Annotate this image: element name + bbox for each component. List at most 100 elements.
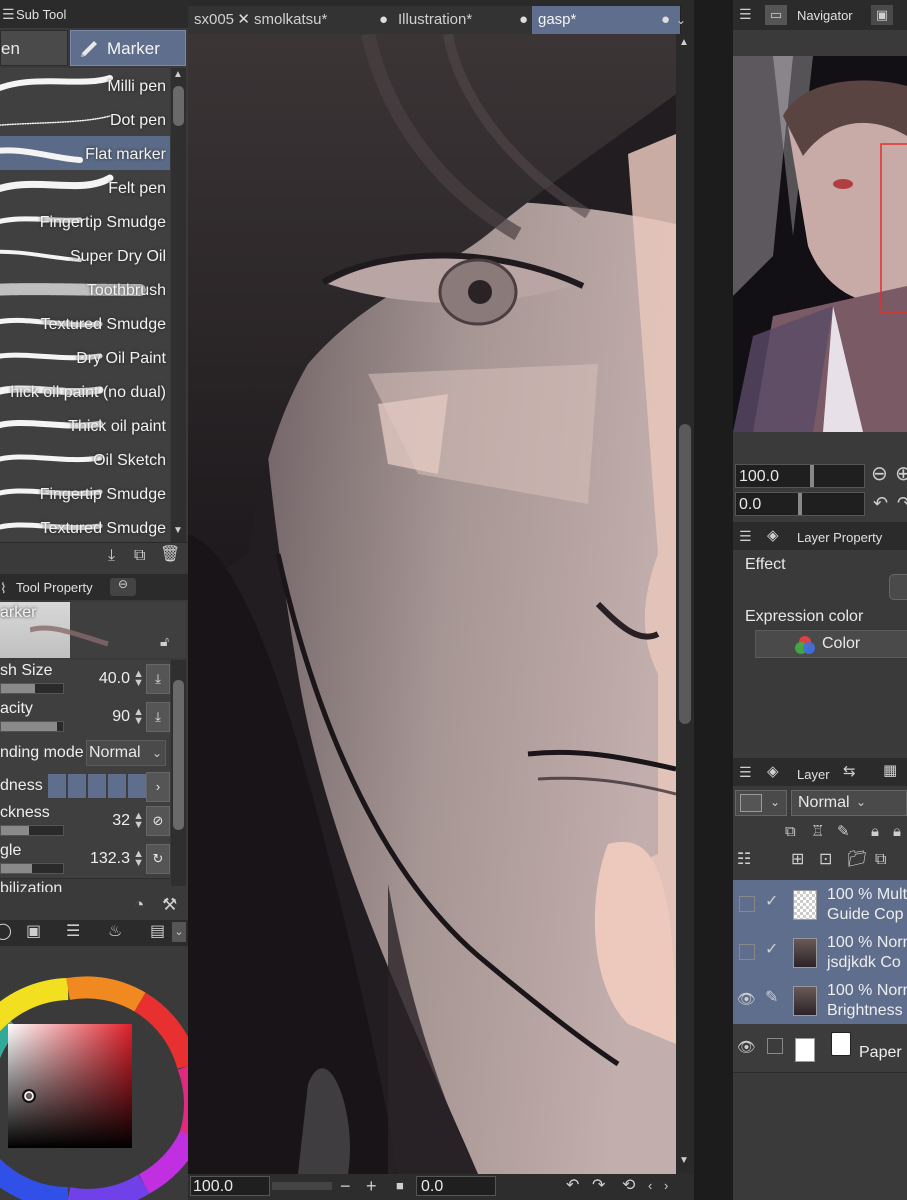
scroll-right-icon[interactable]: › [664, 1179, 668, 1192]
reset-rotation-icon[interactable]: ⟲ [622, 1178, 635, 1194]
rotate-right-icon[interactable]: ↷ [592, 1178, 605, 1194]
zoom-in-icon[interactable]: + [366, 1177, 377, 1195]
expression-color-select[interactable]: Color [755, 630, 907, 658]
brush-item[interactable]: Fingertip Smudge [0, 476, 170, 511]
brush-item[interactable]: Dot pen [0, 102, 170, 137]
toolprop-scroll-thumb[interactable] [173, 680, 184, 830]
document-tab[interactable]: gasp* ● [532, 6, 681, 34]
navigator-rotation-slider[interactable] [798, 493, 802, 515]
brush-item[interactable]: Fingertip Smudge [0, 204, 170, 239]
brush-item[interactable]: Thick oil paint [0, 408, 170, 443]
gauge-icon[interactable]: ◔ [134, 896, 144, 913]
draft-icon[interactable]: ✎ [837, 824, 850, 839]
document-tab[interactable]: smolkatsu* ● [248, 6, 399, 34]
clip-icon[interactable]: ⧉ [785, 824, 796, 839]
trash-icon[interactable]: 🗑 [160, 547, 180, 563]
check-icon[interactable]: ✓ [765, 894, 778, 910]
tab-marker[interactable]: Marker [70, 30, 186, 66]
zoom-slider[interactable] [272, 1182, 332, 1190]
zoom-in-icon[interactable]: ⊕ [895, 464, 907, 484]
brush-item[interactable]: Milli pen [0, 68, 170, 103]
opacity-row[interactable]: acity 90 ▲ ▼ ⤓ [0, 698, 170, 737]
hardness-level[interactable] [128, 774, 146, 798]
transfer-layer-icon[interactable]: ⧉ [875, 852, 886, 868]
layerprop-tab-icon[interactable]: ◈ [767, 528, 779, 543]
new-vector-layer-icon[interactable]: ⊡ [819, 852, 832, 868]
eye-icon[interactable]: 👁︎ [737, 992, 756, 1007]
color-history-tab-icon[interactable]: ▤ [150, 924, 165, 940]
navigator-preview[interactable] [733, 56, 907, 432]
toolprop-scrollbar[interactable] [171, 660, 186, 886]
document-tab[interactable]: sx005 ✕ [188, 6, 255, 34]
zoom-out-icon[interactable]: − [340, 1177, 351, 1195]
angle-value[interactable]: 132.3 [90, 850, 130, 868]
grip-icon[interactable]: ☰ [2, 7, 15, 21]
layer-row[interactable]: ✓ 100 % Norn jsdjkdk Co [733, 928, 907, 977]
new-raster-layer-icon[interactable]: ⊞ [791, 852, 804, 868]
visibility-toggle[interactable] [739, 944, 755, 960]
angle-slider[interactable] [0, 863, 64, 874]
zoom-field[interactable]: 100.0 [190, 1176, 270, 1196]
hardness-level[interactable] [108, 774, 126, 798]
opacity-value[interactable]: 90 [112, 708, 130, 726]
angle-row[interactable]: gle 132.3 ▲ ▼ ↻ [0, 840, 170, 879]
layer-search-tab-icon[interactable]: ⇆ [843, 764, 856, 779]
scroll-up-icon[interactable]: ▲ [173, 70, 183, 80]
hardness-levels[interactable] [48, 774, 146, 798]
check-icon[interactable]: ✓ [765, 942, 778, 958]
duplicate-icon[interactable]: ⧉ [134, 548, 145, 564]
wrench-settings-icon[interactable]: ⚒ [162, 896, 177, 913]
layer-list-icon[interactable]: ☷ [737, 852, 751, 868]
blending-row[interactable]: nding mode Normal ⌄ [0, 736, 170, 771]
rotate-left-icon[interactable]: ↶ [566, 1178, 579, 1194]
brush-item[interactable]: Toothbrush [0, 272, 170, 307]
intermediate-color-tab-icon[interactable]: ♨ [108, 924, 122, 940]
brush-item[interactable]: hick oil paint (no dual) [0, 374, 170, 409]
tabs-overflow-icon[interactable]: ⌄ [676, 14, 686, 26]
grip-icon[interactable]: ☰ [739, 7, 752, 21]
canvas-vertical-scrollbar[interactable]: ▲ ▼ [676, 34, 694, 1174]
toolprop-link-icon[interactable]: ⊖ [110, 578, 136, 596]
brush-list-scrollbar[interactable]: ▲ ▼ [171, 68, 186, 542]
subview-tab-icon[interactable]: ▣ [871, 5, 893, 25]
scroll-left-icon[interactable]: ‹ [648, 1179, 652, 1192]
opacity-pin-icon[interactable]: ⤓ [146, 702, 170, 732]
fit-icon[interactable]: ■ [396, 1179, 404, 1192]
brush-item[interactable]: Flat marker [0, 136, 170, 171]
hardness-level[interactable] [88, 774, 106, 798]
effect-button[interactable] [889, 574, 907, 600]
brush-item[interactable]: Textured Smudge [0, 306, 170, 341]
lock-transparent-icon[interactable]: 🔒︎ [893, 824, 901, 839]
angle-spinner[interactable]: ▲ ▼ [133, 849, 144, 869]
brush-size-spinner[interactable]: ▲ ▼ [133, 669, 144, 689]
color-set-tab-icon[interactable]: ☰ [66, 924, 80, 940]
thickness-value[interactable]: 32 [112, 812, 130, 830]
canvas-scroll-thumb[interactable] [679, 424, 691, 724]
layer-tab-icon[interactable]: ◈ [767, 764, 779, 779]
rotate-right-icon[interactable]: ↷ [897, 494, 907, 512]
lock-icon[interactable]: 🔓︎ [160, 634, 169, 648]
canvas[interactable] [188, 34, 676, 1174]
layer-color-select[interactable]: ⌄ [735, 790, 787, 816]
brush-item[interactable]: Oil Sketch [0, 442, 170, 477]
color-wheel-tab-icon[interactable]: ◯ [0, 924, 12, 940]
reference-icon[interactable]: ♖ [811, 824, 824, 839]
rotate-left-icon[interactable]: ↶ [873, 494, 888, 512]
import-icon[interactable]: ⤓ [108, 548, 115, 564]
edit-toggle[interactable] [767, 1038, 783, 1054]
rotation-field[interactable]: 0.0 [416, 1176, 496, 1196]
scroll-up-icon[interactable]: ▲ [679, 38, 689, 48]
new-folder-icon[interactable]: 📁︎ [847, 852, 867, 868]
layer-row[interactable]: ✓ 100 % Mult Guide Cop [733, 880, 907, 929]
grip-icon[interactable]: ☰ [739, 765, 752, 779]
scroll-thumb[interactable] [173, 86, 184, 126]
brush-size-slider[interactable] [0, 683, 64, 694]
thickness-row[interactable]: ckness 32 ▲ ▼ ⊘ [0, 802, 170, 841]
color-wheel[interactable] [0, 966, 188, 1200]
color-slider-tab-icon[interactable]: ▣ [26, 924, 41, 940]
visibility-toggle[interactable] [739, 896, 755, 912]
chevron-down-icon[interactable]: ⌄ [172, 922, 186, 942]
opacity-spinner[interactable]: ▲ ▼ [133, 707, 144, 727]
grip-icon[interactable]: ☰ [739, 529, 752, 543]
brush-size-pin-icon[interactable]: ⤓ [146, 664, 170, 694]
